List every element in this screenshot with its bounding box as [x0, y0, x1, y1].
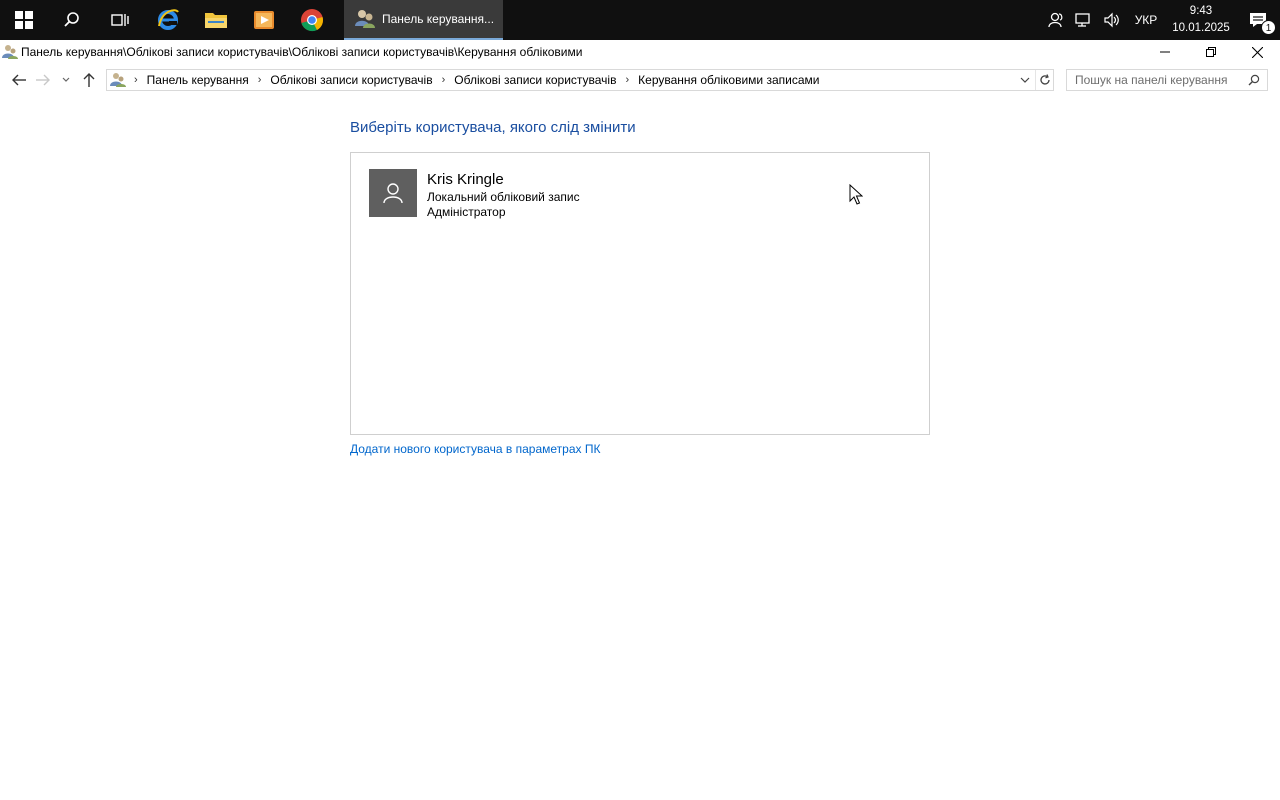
search-icon[interactable] — [1243, 70, 1265, 90]
active-app-label: Панель керування... — [382, 12, 495, 26]
minimize-button[interactable] — [1142, 40, 1188, 64]
refresh-button[interactable] — [1035, 70, 1053, 90]
window-controls — [1142, 40, 1280, 64]
taskbar-app-chrome[interactable] — [288, 0, 336, 40]
people-button[interactable] — [1042, 0, 1070, 40]
page-heading: Виберіть користувача, якого слід змінити — [350, 119, 636, 136]
media-player-icon — [254, 11, 274, 29]
account-type: Локальний обліковий запис — [427, 190, 580, 204]
breadcrumb-manage-accounts[interactable]: Керування обліковими записами — [635, 73, 822, 87]
refresh-icon — [1039, 74, 1050, 85]
breadcrumb-user-accounts[interactable]: Облікові записи користувачів — [267, 73, 435, 87]
control-panel-window-icon — [1, 43, 19, 61]
volume-button[interactable] — [1098, 0, 1126, 40]
restore-button[interactable] — [1188, 40, 1234, 64]
address-bar[interactable]: › Панель керування › Облікові записи кор… — [106, 69, 1054, 91]
account-info: Kris Kringle Локальний обліковий запис А… — [427, 169, 580, 220]
mouse-cursor-icon — [849, 183, 864, 211]
account-tile[interactable]: Kris Kringle Локальний обліковий запис А… — [369, 169, 580, 220]
account-role: Адміністратор — [427, 205, 506, 219]
clock-date: 10.01.2025 — [1172, 22, 1230, 34]
search-button[interactable] — [48, 0, 96, 40]
back-button[interactable] — [7, 66, 31, 94]
address-dropdown-button[interactable] — [1017, 70, 1033, 90]
folder-icon — [205, 13, 227, 28]
internet-explorer-icon — [158, 9, 179, 30]
minimize-icon — [1160, 51, 1170, 53]
notification-count-badge: 1 — [1261, 20, 1276, 35]
user-accounts-icon — [355, 10, 375, 28]
navigation-bar: › Панель керування › Облікові записи кор… — [0, 66, 1280, 94]
account-name[interactable]: Kris Kringle — [427, 170, 580, 190]
taskbar-app-media-player[interactable] — [240, 0, 288, 40]
recent-locations-button[interactable] — [55, 66, 77, 94]
task-view-button[interactable] — [96, 0, 144, 40]
task-view-icon — [111, 14, 129, 26]
forward-button[interactable] — [31, 66, 55, 94]
system-tray: УКР 9:43 10.01.2025 1 — [1042, 0, 1280, 40]
breadcrumb-separator[interactable]: › — [436, 74, 452, 86]
back-arrow-icon — [12, 74, 26, 86]
taskbar-app-file-explorer[interactable] — [192, 0, 240, 40]
chevron-down-icon — [62, 77, 70, 82]
avatar[interactable] — [369, 169, 417, 217]
taskbar-app-control-panel[interactable]: Панель керування... — [344, 0, 503, 40]
volume-icon — [1104, 12, 1119, 28]
breadcrumb-control-panel[interactable]: Панель керування — [144, 73, 252, 87]
up-arrow-icon — [83, 73, 95, 87]
clock-time: 9:43 — [1189, 5, 1213, 17]
breadcrumb-user-accounts-sub[interactable]: Облікові записи користувачів — [451, 73, 619, 87]
network-button[interactable] — [1070, 0, 1098, 40]
address-location-icon — [108, 70, 128, 90]
taskbar: Панель керування... УКР 9:43 10.01.2025 … — [0, 0, 1280, 40]
breadcrumb-separator[interactable]: › — [619, 74, 635, 86]
search-icon — [64, 12, 79, 27]
taskbar-app-internet-explorer[interactable] — [144, 0, 192, 40]
up-button[interactable] — [77, 66, 101, 94]
action-center-button[interactable]: 1 — [1236, 0, 1280, 40]
close-icon — [1251, 46, 1263, 58]
people-icon — [1048, 12, 1063, 28]
input-language-indicator[interactable]: УКР — [1126, 13, 1166, 27]
chevron-down-icon — [1020, 77, 1030, 83]
search-box[interactable] — [1066, 69, 1268, 91]
add-user-link[interactable]: Додати нового користувача в параметрах П… — [350, 442, 600, 456]
user-icon — [383, 183, 403, 204]
restore-icon — [1206, 47, 1216, 57]
breadcrumb-separator[interactable]: › — [128, 74, 144, 86]
network-icon — [1075, 13, 1090, 27]
windows-logo-icon — [15, 11, 33, 29]
forward-arrow-icon — [36, 74, 50, 86]
search-input[interactable] — [1067, 73, 1243, 87]
chrome-icon — [301, 9, 323, 32]
window-title: Панель керування\Облікові записи користу… — [21, 45, 583, 59]
clock[interactable]: 9:43 10.01.2025 — [1166, 3, 1236, 37]
breadcrumb-separator[interactable]: › — [252, 74, 268, 86]
close-button[interactable] — [1234, 40, 1280, 64]
window-title-bar[interactable]: Панель керування\Облікові записи користу… — [0, 40, 1280, 64]
start-button[interactable] — [0, 0, 48, 40]
accounts-list: Kris Kringle Локальний обліковий запис А… — [350, 152, 930, 435]
